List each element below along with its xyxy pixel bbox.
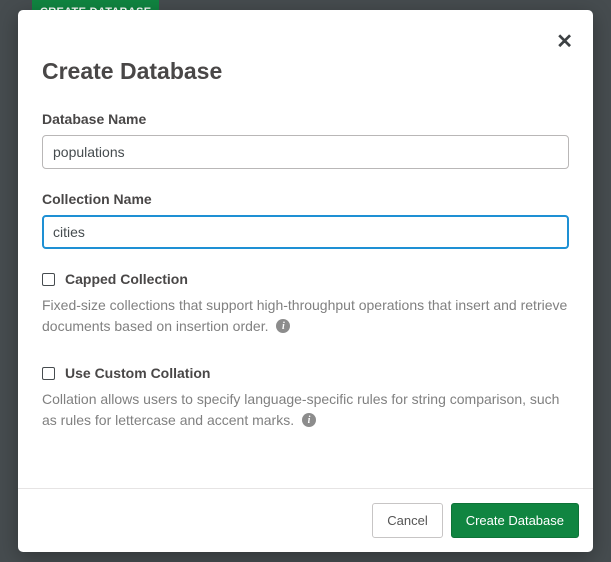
create-database-modal: ✕ Create Database Database Name Collecti… — [18, 10, 593, 552]
info-icon[interactable]: i — [276, 319, 290, 333]
close-icon[interactable]: ✕ — [556, 32, 573, 52]
custom-collation-description: Collation allows users to specify langua… — [42, 389, 569, 431]
info-icon[interactable]: i — [302, 413, 316, 427]
create-database-button[interactable]: Create Database — [451, 503, 579, 538]
custom-collation-option: Use Custom Collation Collation allows us… — [42, 365, 569, 431]
database-name-input[interactable] — [42, 135, 569, 169]
database-name-group: Database Name — [42, 111, 569, 169]
capped-collection-checkbox[interactable] — [42, 273, 55, 286]
cancel-button[interactable]: Cancel — [372, 503, 442, 538]
capped-collection-label: Capped Collection — [65, 271, 188, 287]
database-name-label: Database Name — [42, 111, 569, 127]
capped-collection-description: Fixed-size collections that support high… — [42, 295, 569, 337]
modal-footer: Cancel Create Database — [18, 488, 593, 552]
custom-collation-checkbox[interactable] — [42, 367, 55, 380]
modal-title: Create Database — [42, 58, 569, 85]
modal-body: Create Database Database Name Collection… — [18, 10, 593, 488]
collection-name-input[interactable] — [42, 215, 569, 249]
collection-name-group: Collection Name — [42, 191, 569, 249]
custom-collation-label: Use Custom Collation — [65, 365, 210, 381]
collection-name-label: Collection Name — [42, 191, 569, 207]
capped-collection-option: Capped Collection Fixed-size collections… — [42, 271, 569, 337]
